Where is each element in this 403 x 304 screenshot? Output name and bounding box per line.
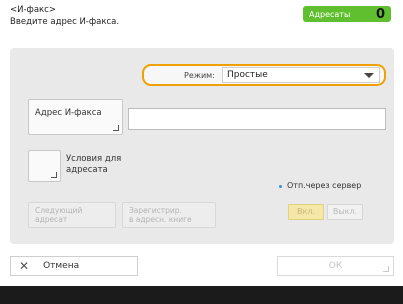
corner-arrow-icon [51, 172, 57, 178]
screen-title: <И-факс> Введите адрес И-факса. [10, 4, 119, 28]
recipients-count: 0 [375, 6, 385, 22]
ifax-address-button-label: Адрес И-факса [35, 108, 102, 118]
next-line2: адресат [35, 215, 68, 224]
ifax-address-button[interactable]: Адрес И-факса [28, 99, 123, 135]
recipient-conditions-button[interactable] [28, 150, 61, 182]
close-icon: ✕ [19, 259, 30, 273]
next-line1: Следующий [35, 206, 83, 215]
next-recipient-button[interactable]: Следующий адресат [28, 202, 116, 228]
corner-arrow-icon [113, 125, 119, 131]
title-instruction: Введите адрес И-факса. [10, 17, 120, 27]
status-bar [0, 286, 403, 304]
register-address-book-button[interactable]: Зарегистрир. в адресн. книге [122, 202, 216, 228]
mode-label: Режим: [184, 71, 215, 80]
server-on-button[interactable]: Вкл. [288, 204, 324, 220]
register-line1: Зарегистрир. [129, 206, 182, 215]
chevron-down-icon [364, 73, 374, 78]
corner-arrow-icon [383, 266, 389, 272]
recipients-label: Адресаты [309, 9, 351, 19]
ok-button[interactable]: ОК [277, 256, 394, 276]
conditions-line2: адресата [66, 165, 108, 175]
ok-label: ОК [328, 261, 343, 271]
conditions-line1: Условия для [66, 154, 122, 164]
server-off-button[interactable]: Выкл. [327, 204, 363, 220]
title-function: <И-факс> [10, 5, 56, 15]
bullet-icon [279, 185, 282, 188]
register-line2: в адресн. книге [129, 215, 192, 224]
recipients-badge: Адресаты 0 [303, 6, 391, 22]
cancel-button[interactable]: ✕ Отмена [10, 256, 138, 276]
ifax-address-field[interactable] [128, 108, 386, 130]
send-via-server-label: Отп.через сервер [287, 181, 362, 190]
cancel-label: Отмена [43, 261, 80, 271]
recipient-conditions-label: Условия для адресата [66, 154, 121, 176]
mode-select[interactable]: Простые [222, 67, 380, 83]
mode-selected-value: Простые [227, 70, 268, 80]
